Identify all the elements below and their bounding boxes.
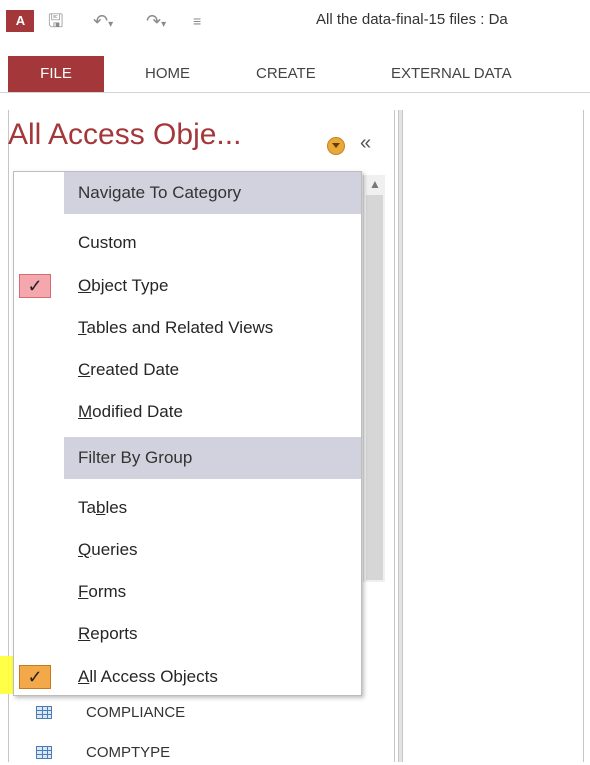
- menu-item-object-type[interactable]: ✓ Object Type: [14, 265, 361, 307]
- nav-scrollbar[interactable]: ▲: [363, 175, 385, 582]
- redo-icon[interactable]: ↷▾: [146, 10, 166, 36]
- menu-item-label: Object Type: [78, 276, 169, 295]
- pane-splitter[interactable]: [398, 110, 403, 762]
- access-logo-icon[interactable]: A: [6, 10, 34, 32]
- workspace-border: [583, 110, 584, 762]
- undo-icon[interactable]: ↶▾: [93, 10, 113, 36]
- menu-item-tables-and-related-views[interactable]: Tables and Related Views: [14, 307, 361, 349]
- checkmark-icon: ✓: [19, 274, 51, 298]
- menu-item-custom[interactable]: Custom: [14, 222, 361, 264]
- menu-item-label: Tables and Related Views: [78, 318, 274, 337]
- customize-qat-icon[interactable]: ≡: [193, 10, 201, 32]
- menu-item-label: Reports: [78, 624, 138, 643]
- checkmark-icon: ✓: [19, 665, 51, 689]
- menu-section-navigate-to-category: Navigate To Category: [64, 172, 361, 214]
- menu-item-label: Modified Date: [78, 402, 183, 421]
- scroll-thumb[interactable]: [366, 195, 383, 580]
- shutter-bar-collapse-icon[interactable]: «: [360, 132, 371, 155]
- tab-create[interactable]: CREATE: [256, 56, 316, 92]
- navigation-options-menu: Navigate To Category Custom ✓ Object Typ…: [13, 171, 362, 696]
- menu-section-filter-by-group: Filter By Group: [64, 437, 361, 479]
- menu-item-label: All Access Objects: [78, 667, 218, 686]
- object-label: COMPTYPE: [86, 744, 171, 761]
- menu-item-label: Tables: [78, 498, 128, 517]
- ribbon-tabs: FILE HOME CREATE EXTERNAL DATA: [0, 56, 590, 92]
- save-icon[interactable]: 🖫: [48, 10, 63, 32]
- tab-external-data[interactable]: EXTERNAL DATA: [391, 56, 512, 92]
- table-icon: [36, 706, 52, 719]
- menu-item-label: Forms: [78, 582, 127, 601]
- scroll-up-icon[interactable]: ▲: [369, 177, 381, 191]
- title-bar: A 🖫 ↶▾ ↷▾ ≡ All the data-final-15 files …: [0, 0, 590, 40]
- nav-pane-title[interactable]: All Access Obje...: [8, 118, 241, 152]
- menu-item-tables[interactable]: Tables: [14, 487, 361, 529]
- window-title: All the data-final-15 files : Da: [316, 11, 508, 28]
- tab-home[interactable]: HOME: [145, 56, 190, 92]
- table-icon: [36, 746, 52, 759]
- menu-item-queries[interactable]: Queries: [14, 529, 361, 571]
- nav-menu-dropdown-icon[interactable]: [327, 137, 345, 155]
- menu-item-all-access-objects[interactable]: ✓ All Access Objects: [14, 656, 361, 698]
- menu-item-created-date[interactable]: Created Date: [14, 349, 361, 391]
- menu-item-label: Custom: [78, 233, 137, 252]
- object-label: COMPLIANCE: [86, 704, 186, 721]
- menu-item-reports[interactable]: Reports: [14, 613, 361, 655]
- menu-item-modified-date[interactable]: Modified Date: [14, 391, 361, 433]
- menu-item-label: Queries: [78, 540, 138, 559]
- ribbon-divider: [0, 92, 590, 93]
- menu-item-forms[interactable]: Forms: [14, 571, 361, 613]
- menu-item-label: Created Date: [78, 360, 180, 379]
- tab-file[interactable]: FILE: [8, 56, 104, 92]
